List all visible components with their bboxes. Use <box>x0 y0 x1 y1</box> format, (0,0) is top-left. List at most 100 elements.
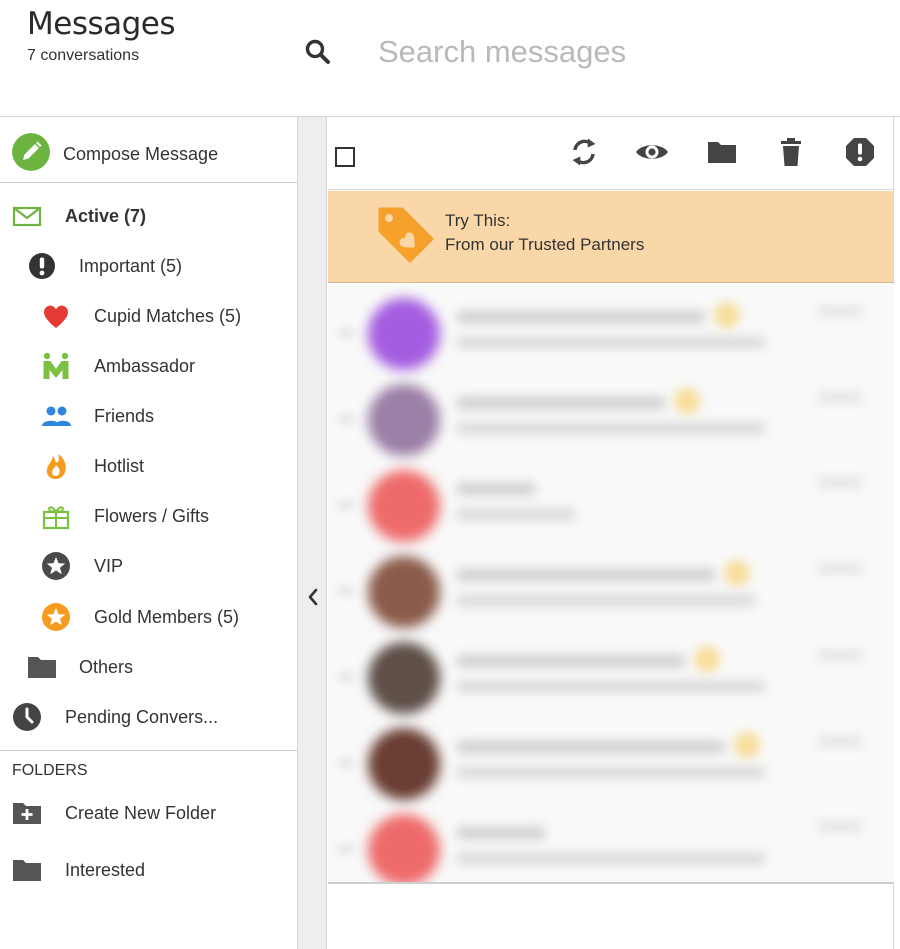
sidebar-item-pending-conversations[interactable]: Pending Convers... <box>0 698 297 738</box>
row-indicator <box>338 414 354 424</box>
heart-icon <box>44 305 68 328</box>
sidebar-item-label: Ambassador <box>94 356 196 376</box>
row-indicator <box>338 844 354 854</box>
sidebar-item-label: Flowers / Gifts <box>94 506 210 526</box>
folder-icon <box>13 860 41 881</box>
exclamation-icon <box>29 253 55 279</box>
conversation-time-blurred <box>818 822 862 832</box>
gift-icon <box>42 506 70 530</box>
avatar <box>368 384 440 456</box>
sidebar-item-important[interactable]: Important (5) <box>0 247 297 287</box>
star-badge-icon <box>694 646 720 672</box>
sidebar-item-active[interactable]: Active (7) <box>0 197 297 237</box>
page-title: Messages <box>27 6 176 42</box>
conversation-time-blurred <box>818 736 862 746</box>
trash-icon[interactable] <box>774 135 808 169</box>
sidebar-item-friends[interactable]: Friends <box>0 397 297 437</box>
sidebar-item-vip[interactable]: VIP <box>0 547 297 587</box>
search-input[interactable] <box>378 26 858 78</box>
conversation-row[interactable] <box>328 800 894 882</box>
compose-message-label: Compose Message <box>63 144 219 164</box>
move-to-folder-icon[interactable] <box>705 135 739 169</box>
sidebar-divider <box>0 750 297 751</box>
select-all-checkbox[interactable] <box>335 147 355 167</box>
sidebar-item-label: Create New Folder <box>65 803 217 823</box>
row-indicator <box>338 586 354 596</box>
row-indicator <box>338 758 354 768</box>
avatar <box>368 642 440 714</box>
price-tag-heart-icon <box>378 207 434 263</box>
sidebar-item-cupid-matches[interactable]: Cupid Matches (5) <box>0 297 297 337</box>
conversation-list <box>328 284 894 882</box>
sidebar-folder-interested[interactable]: Interested <box>0 851 297 891</box>
sidebar: Compose Message Active (7) Important (5)… <box>0 117 298 949</box>
conversation-preview-blurred <box>456 594 756 607</box>
conversation-preview-blurred <box>456 852 766 865</box>
avatar <box>368 728 440 800</box>
sidebar-item-label: Active (7) <box>65 206 147 226</box>
sidebar-item-others[interactable]: Others <box>0 648 297 688</box>
conversation-row[interactable] <box>328 456 894 542</box>
envelope-icon <box>12 206 42 227</box>
conversation-name-blurred <box>456 310 706 324</box>
conversation-name-blurred <box>456 482 536 496</box>
message-panel: Try This: From our Trusted Partners <box>328 117 894 949</box>
row-indicator <box>338 500 354 510</box>
vip-star-icon <box>42 552 70 580</box>
conversation-time-blurred <box>818 564 862 574</box>
compose-message-button[interactable]: Compose Message <box>0 117 297 183</box>
sidebar-item-label: Others <box>79 657 134 677</box>
promo-subtitle: From our Trusted Partners <box>445 235 645 254</box>
list-end-divider <box>328 882 894 884</box>
conversation-name-blurred <box>456 826 546 840</box>
conversation-time-blurred <box>818 650 862 660</box>
conversation-name-blurred <box>456 654 686 668</box>
report-icon[interactable] <box>843 135 877 169</box>
message-toolbar <box>328 117 894 190</box>
sidebar-item-ambassador[interactable]: Ambassador <box>0 347 297 387</box>
conversation-preview-blurred <box>456 766 766 779</box>
conversation-row[interactable] <box>328 542 894 628</box>
sidebar-item-hotlist[interactable]: Hotlist <box>0 447 297 487</box>
conversation-time-blurred <box>818 392 862 402</box>
page-header: Messages 7 conversations <box>0 0 900 117</box>
sidebar-item-gold-members[interactable]: Gold Members (5) <box>0 598 297 638</box>
pencil-icon <box>12 133 50 171</box>
conversation-row[interactable] <box>328 284 894 370</box>
conversation-row[interactable] <box>328 628 894 714</box>
star-badge-icon <box>714 302 740 328</box>
conversation-preview-blurred <box>456 422 766 435</box>
sidebar-item-label: Interested <box>65 860 146 880</box>
gold-star-icon <box>42 603 70 631</box>
avatar <box>368 470 440 542</box>
conversation-preview-blurred <box>456 336 766 349</box>
avatar <box>368 556 440 628</box>
sidebar-collapse-strip <box>298 117 327 949</box>
create-new-folder-button[interactable]: Create New Folder <box>0 794 297 834</box>
search-icon[interactable] <box>304 38 332 66</box>
row-indicator <box>338 672 354 682</box>
conversation-row[interactable] <box>328 714 894 800</box>
sidebar-item-flowers-gifts[interactable]: Flowers / Gifts <box>0 497 297 537</box>
conversation-time-blurred <box>818 478 862 488</box>
conversation-time-blurred <box>818 306 862 316</box>
ambassador-m-icon <box>43 352 69 379</box>
sidebar-item-label: Cupid Matches (5) <box>94 306 242 326</box>
sidebar-item-label: Friends <box>94 406 155 426</box>
chevron-left-icon[interactable] <box>304 585 322 609</box>
conversation-count: 7 conversations <box>27 47 140 64</box>
eye-icon[interactable] <box>635 135 669 169</box>
refresh-icon[interactable] <box>567 135 601 169</box>
avatar <box>368 298 440 370</box>
clock-icon <box>13 703 41 731</box>
conversation-row[interactable] <box>328 370 894 456</box>
folder-icon <box>28 657 56 678</box>
partner-promo-banner[interactable]: Try This: From our Trusted Partners <box>328 191 894 283</box>
people-icon <box>42 406 71 426</box>
sidebar-item-label: Important (5) <box>79 256 183 276</box>
star-badge-icon <box>724 560 750 586</box>
folder-plus-icon <box>13 803 41 824</box>
conversation-name-blurred <box>456 740 726 754</box>
conversation-preview-blurred <box>456 680 766 693</box>
promo-title: Try This: <box>445 211 511 230</box>
